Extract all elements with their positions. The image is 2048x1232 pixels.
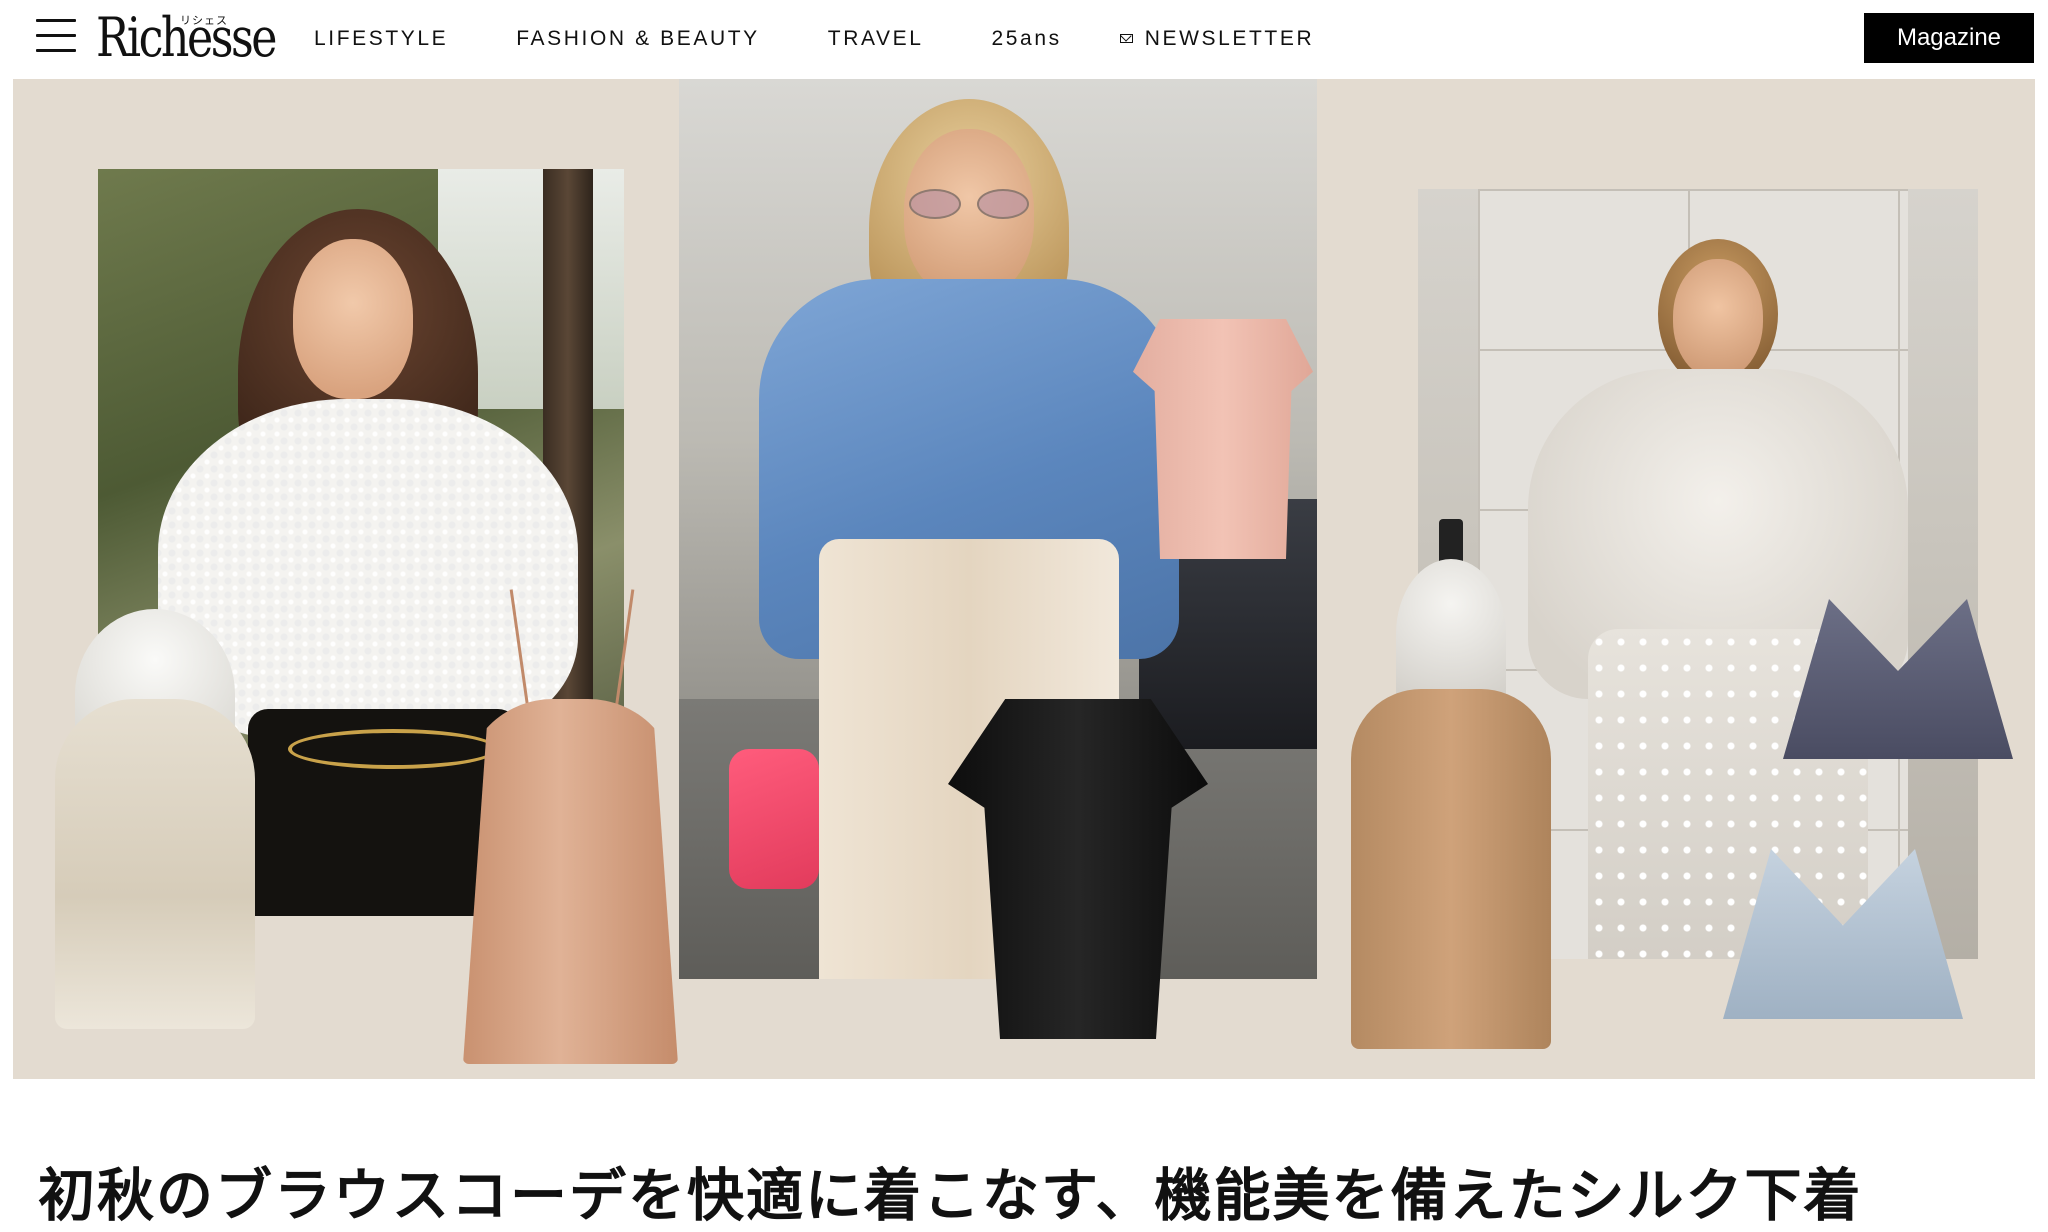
- bra-garment: [1723, 849, 1963, 1019]
- camisole-garment: [55, 699, 255, 1029]
- product-light-blue-bra: [1723, 799, 1963, 1019]
- site-logo[interactable]: Richesse リシェス: [96, 4, 277, 70]
- nav-item-travel[interactable]: TRAVEL: [828, 27, 924, 51]
- photo-sunglasses: [909, 189, 1029, 219]
- product-black-top: [948, 699, 1208, 1039]
- nav-item-newsletter[interactable]: NEWSLETTER: [1119, 27, 1315, 51]
- nav-item-label: FASHION & BEAUTY: [516, 27, 760, 50]
- bra-garment: [1783, 599, 2013, 759]
- product-camel-camisole: [1351, 519, 1551, 1049]
- nav-item-lifestyle[interactable]: LIFESTYLE: [314, 27, 448, 51]
- top-garment: [948, 699, 1208, 1039]
- hero-image[interactable]: [13, 79, 2035, 1079]
- product-navy-bra: [1783, 549, 2013, 759]
- slip-garment: [463, 699, 678, 1064]
- site-header: Richesse リシェス LIFESTYLE FASHION & BEAUTY…: [0, 0, 2048, 78]
- nav-item-label: TRAVEL: [827, 27, 924, 50]
- photo-face: [293, 239, 413, 399]
- menu-line: [36, 19, 76, 22]
- hamburger-menu-icon[interactable]: [34, 16, 78, 56]
- camisole-garment: [1351, 689, 1551, 1049]
- nav-item-25ans[interactable]: 25ans: [992, 27, 1062, 51]
- nav-item-label: 25ans: [991, 27, 1062, 50]
- menu-line: [36, 49, 76, 52]
- product-peach-slip: [463, 589, 678, 1064]
- nav-item-label: NEWSLETTER: [1144, 27, 1315, 50]
- magazine-button[interactable]: Magazine: [1864, 13, 2034, 63]
- mannequin: [1396, 559, 1506, 709]
- photo-pink-bag: [729, 749, 819, 889]
- product-ivory-camisole: [35, 609, 275, 1029]
- main-nav: LIFESTYLE FASHION & BEAUTY TRAVEL 25ans …: [314, 0, 1382, 78]
- photo-face: [1673, 259, 1763, 379]
- article-title[interactable]: 初秋のブラウスコーデを快適に着こなす、機能美を備えたシルク下着: [38, 1160, 2028, 1232]
- nav-item-fashion-beauty[interactable]: FASHION & BEAUTY: [516, 27, 759, 51]
- product-pink-top: [1133, 319, 1313, 559]
- top-garment: [1133, 319, 1313, 559]
- mail-icon: [1119, 33, 1133, 43]
- menu-line: [36, 34, 76, 37]
- logo-kana: リシェス: [180, 15, 228, 27]
- nav-item-label: LIFESTYLE: [314, 27, 449, 50]
